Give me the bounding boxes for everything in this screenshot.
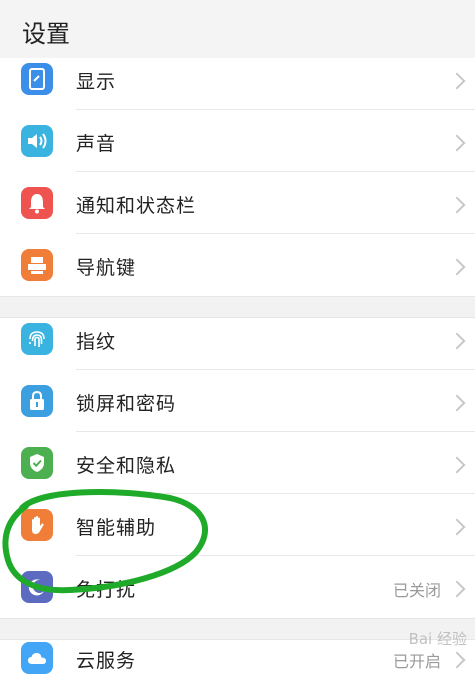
settings-item-label: 指纹 <box>76 331 117 353</box>
settings-item-label: 免打扰 <box>76 579 137 601</box>
status-text: 已关闭 <box>392 581 441 600</box>
chevron-right-icon <box>448 134 466 152</box>
settings-item-sound[interactable]: 声音 <box>0 110 475 172</box>
shield-check-icon <box>21 447 53 479</box>
chevron-right-icon <box>448 72 466 90</box>
settings-item-label: 锁屏和密码 <box>76 393 177 415</box>
chevron-right-icon <box>448 196 466 214</box>
settings-item-cloud[interactable]: 云服务 已开启 <box>0 630 475 692</box>
settings-item-smart-assistance[interactable]: 智能辅助 <box>0 494 475 556</box>
speaker-icon <box>21 125 53 157</box>
fingerprint-icon <box>21 323 53 355</box>
chevron-right-icon <box>448 394 466 412</box>
watermark: Bai 经验 <box>408 630 467 648</box>
page-title: 设置 <box>22 20 70 48</box>
settings-item-display[interactable]: 显示 <box>0 48 475 110</box>
settings-item-do-not-disturb[interactable]: 免打扰 已关闭 <box>0 556 475 618</box>
settings-item-lock-screen[interactable]: 锁屏和密码 <box>0 370 475 432</box>
moon-icon <box>21 571 53 603</box>
chevron-right-icon <box>448 651 466 669</box>
settings-item-label: 显示 <box>76 71 117 93</box>
bell-icon <box>21 187 53 219</box>
lock-icon <box>21 385 53 417</box>
settings-item-label: 云服务 <box>76 650 137 672</box>
settings-item-label: 安全和隐私 <box>76 455 177 477</box>
chevron-right-icon <box>448 332 466 350</box>
settings-item-label: 声音 <box>76 133 117 155</box>
settings-item-security-privacy[interactable]: 安全和隐私 <box>0 432 475 494</box>
chevron-right-icon <box>448 580 466 598</box>
chevron-right-icon <box>448 518 466 536</box>
settings-item-navigation-keys[interactable]: 导航键 <box>0 234 475 296</box>
settings-item-notifications[interactable]: 通知和状态栏 <box>0 172 475 234</box>
settings-item-label: 导航键 <box>76 257 137 279</box>
settings-item-label: 智能辅助 <box>76 517 157 539</box>
settings-item-label: 通知和状态栏 <box>76 195 197 217</box>
navigation-keys-icon <box>21 249 53 281</box>
chevron-right-icon <box>448 456 466 474</box>
status-text: 已开启 <box>392 652 441 671</box>
hand-icon <box>21 509 53 541</box>
settings-item-fingerprint[interactable]: 指纹 <box>0 308 475 370</box>
cloud-icon <box>21 642 53 674</box>
display-icon <box>21 63 53 95</box>
chevron-right-icon <box>448 258 466 276</box>
